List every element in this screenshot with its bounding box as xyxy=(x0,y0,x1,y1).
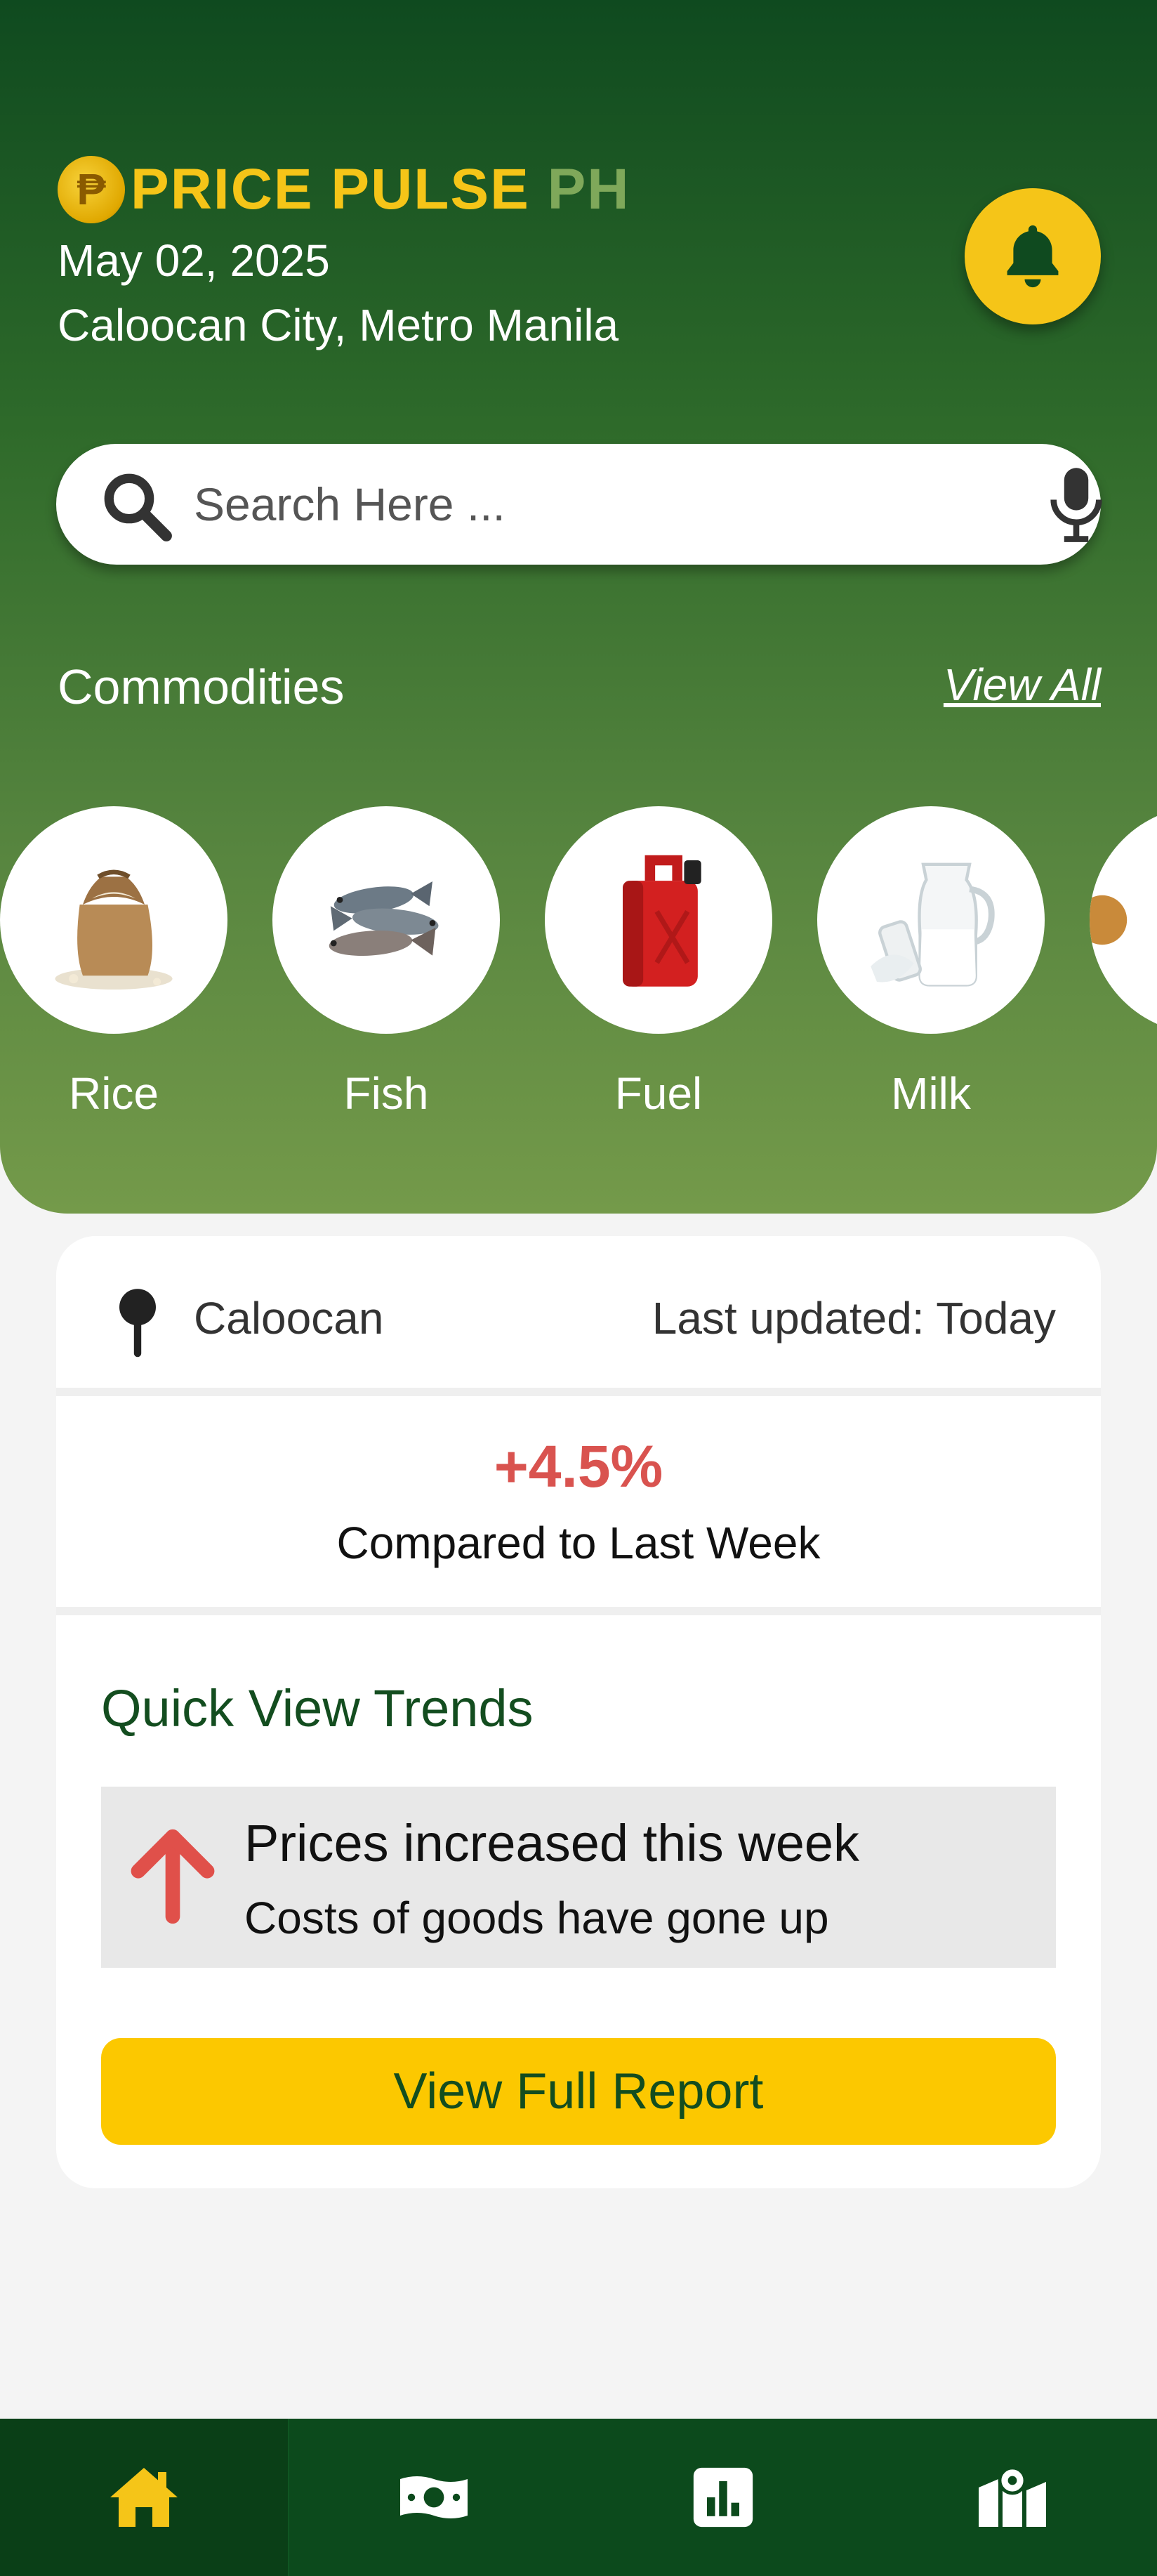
money-icon xyxy=(400,2476,468,2518)
commodity-milk-circle xyxy=(817,806,1045,1034)
fuel-can-icon xyxy=(623,855,701,987)
milk-jug-icon xyxy=(871,862,995,987)
nav-home[interactable] xyxy=(0,2419,289,2576)
commodity-label: Milk xyxy=(891,1068,971,1119)
quick-view-title: Quick View Trends xyxy=(101,1679,534,1737)
view-all-link[interactable]: View All xyxy=(944,659,1101,711)
search-icon[interactable] xyxy=(100,469,174,544)
commodity-partial[interactable] xyxy=(1090,806,1157,1034)
commodity-fish[interactable]: Fish xyxy=(272,806,500,1119)
summary-card: Caloocan Last updated: Today +4.5% Compa… xyxy=(56,1236,1101,2188)
commodity-label: Fuel xyxy=(614,1068,703,1119)
notifications-button[interactable] xyxy=(965,188,1101,324)
commodity-milk[interactable]: Milk xyxy=(817,806,1045,1119)
commodity-rice-circle xyxy=(0,806,227,1034)
current-location: Caloocan City, Metro Manila xyxy=(58,300,619,350)
location-row: Caloocan Last updated: Today xyxy=(56,1236,1101,1396)
peso-coin-logo: ₱ xyxy=(58,156,125,223)
fish-icon xyxy=(329,881,439,957)
commodity-label: Rice xyxy=(68,1068,159,1119)
current-date: May 02, 2025 xyxy=(58,235,330,286)
partial-item-icon xyxy=(1090,895,1128,945)
commodity-rice[interactable]: Rice xyxy=(0,806,227,1119)
weekly-change: +4.5% Compared to Last Week xyxy=(56,1396,1101,1615)
trend-headline: Prices increased this week xyxy=(244,1814,860,1872)
home-icon xyxy=(110,2468,178,2527)
trend-subtext: Costs of goods have gone up xyxy=(244,1893,829,1943)
commodity-fish-circle xyxy=(272,806,500,1034)
commodity-label: Fish xyxy=(343,1068,429,1119)
nav-statistics[interactable] xyxy=(578,2419,868,2576)
microphone-icon[interactable] xyxy=(1045,465,1108,544)
search-input[interactable] xyxy=(194,472,966,537)
commodity-fuel-circle xyxy=(545,806,772,1034)
brand: ₱ PRICE PULSE PH xyxy=(58,156,630,223)
last-updated: Last updated: Today xyxy=(652,1293,1056,1343)
view-full-report-button[interactable]: View Full Report xyxy=(101,2038,1056,2145)
search-bar[interactable] xyxy=(56,444,1102,565)
nav-map[interactable] xyxy=(868,2419,1157,2576)
nav-prices[interactable] xyxy=(289,2419,578,2576)
header-panel: ₱ PRICE PULSE PH May 02, 2025 Caloocan C… xyxy=(0,0,1157,1214)
location-name: Caloocan xyxy=(194,1293,384,1343)
rice-sack-icon xyxy=(55,869,173,990)
commodity-fuel[interactable]: Fuel xyxy=(545,806,772,1119)
trend-alert: Prices increased this week Costs of good… xyxy=(101,1787,1056,1968)
commodity-partial-circle xyxy=(1090,806,1157,1034)
commodities-title: Commodities xyxy=(58,659,345,714)
app-title-suffix: PH xyxy=(547,157,630,221)
change-caption: Compared to Last Week xyxy=(336,1518,821,1568)
app-title-main: PRICE PULSE xyxy=(131,157,530,221)
arrow-up-icon xyxy=(131,1829,215,1924)
bell-icon xyxy=(1007,225,1059,288)
location-pin-icon xyxy=(119,1289,156,1358)
bar-chart-icon xyxy=(693,2467,753,2528)
map-icon xyxy=(979,2466,1046,2527)
app-title: PRICE PULSE PH xyxy=(131,157,630,223)
bottom-navigation xyxy=(0,2419,1157,2576)
change-percent: +4.5% xyxy=(494,1433,663,1499)
